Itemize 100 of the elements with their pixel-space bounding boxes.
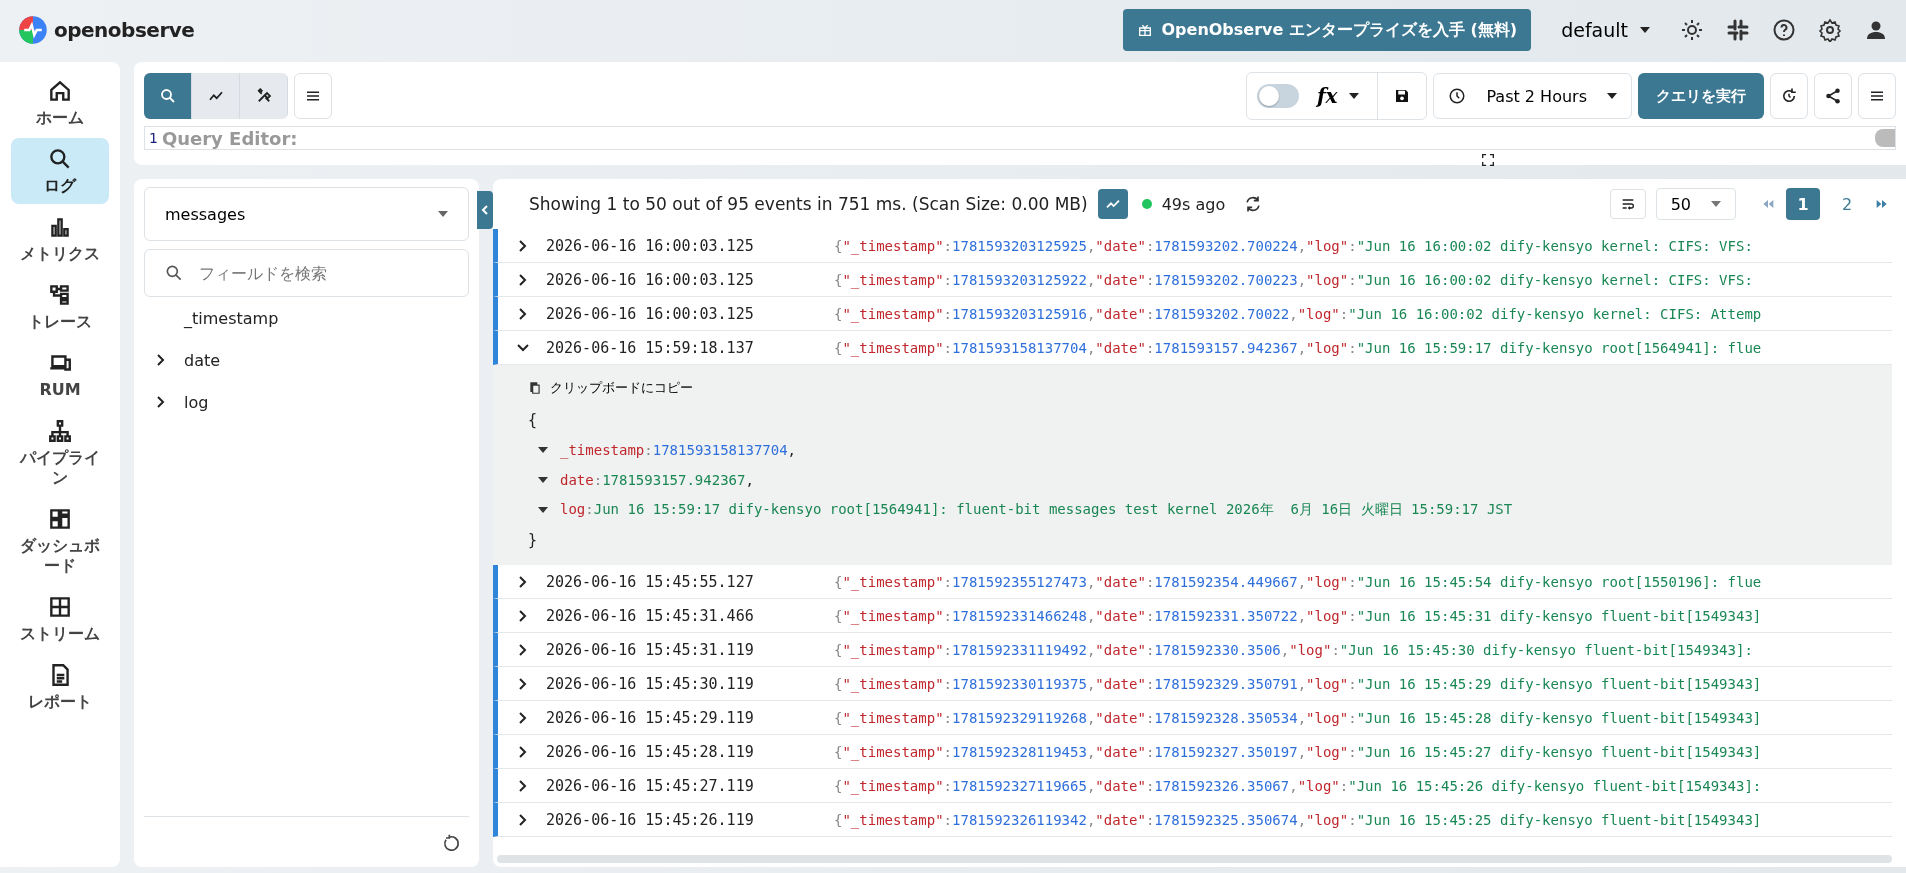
caret-icon bbox=[1349, 93, 1360, 99]
nav-item[interactable]: トレース bbox=[11, 274, 109, 340]
json-value: 1781593158137704 bbox=[652, 442, 788, 458]
line-number: 1 bbox=[148, 130, 159, 146]
log-json-cell: {"_timestamp":1781592331119492,"date":1781592330.3506,"log":"Jun 16 15:45:30 dify-kensyo fluent-bit[1549343]: bbox=[834, 641, 1753, 658]
nav-icon bbox=[47, 418, 73, 444]
chevron-right-icon[interactable] bbox=[156, 395, 166, 409]
nav-icon bbox=[47, 594, 73, 620]
search-icon bbox=[164, 263, 184, 283]
caret-icon[interactable] bbox=[538, 447, 548, 453]
caret-icon bbox=[1711, 201, 1721, 207]
timestamp-cell-text: 2026-06-16 15:45:31.119 bbox=[546, 640, 755, 659]
log-row[interactable]: 2026-06-16 16:00:03.125 {"_timestamp":1781593203125925,"date":1781593202.700224,"log":"Jun 16 16:00:02 dify-kensyo kernel: CIFS: VFS: bbox=[493, 229, 1892, 263]
sql-toggle[interactable] bbox=[1256, 84, 1299, 108]
nav-item[interactable]: レポート bbox=[11, 654, 109, 720]
timestamp-cell-text: 2026-06-16 15:45:31.466 bbox=[546, 606, 755, 625]
collapse-sidebar-button[interactable] bbox=[477, 191, 493, 229]
log-row[interactable]: 2026-06-16 15:45:29.119 {"_timestamp":1781592329119268,"date":1781592328.350534,"log":"Jun 16 15:45:28 dify-kensyo fluent-bit[1549343] bbox=[493, 701, 1892, 735]
histogram-toggle[interactable] bbox=[1097, 189, 1128, 219]
field-search-input[interactable]: フィールドを検索 bbox=[144, 249, 469, 297]
query-editor[interactable]: 1 Query Editor: bbox=[144, 126, 1896, 150]
field-name[interactable]: date bbox=[184, 350, 221, 370]
nav-item[interactable]: ホーム bbox=[11, 70, 109, 136]
nav-item[interactable]: ログ bbox=[11, 138, 109, 204]
page-button[interactable]: 2 bbox=[1830, 188, 1864, 220]
reset-icon[interactable] bbox=[441, 833, 461, 853]
wrap-button[interactable] bbox=[1609, 189, 1646, 219]
logo-text: openobserve bbox=[54, 18, 195, 42]
status-dot bbox=[1141, 199, 1152, 209]
help-icon[interactable] bbox=[1772, 18, 1796, 42]
json-brace: { bbox=[528, 410, 538, 431]
timestamp-cell-text: 2026-06-16 16:00:03.125 bbox=[546, 270, 755, 289]
share-button[interactable] bbox=[1814, 73, 1852, 119]
nav-icon bbox=[47, 78, 73, 104]
log-row[interactable]: 2026-06-16 15:45:55.127 {"_timestamp":1781592355127473,"date":1781592354.449667,"log":"Jun 16 15:45:54 dify-kensyo root[1550196]: flue bbox=[493, 565, 1892, 599]
chevron-left-icon bbox=[480, 203, 490, 217]
log-row[interactable]: 2026-06-16 16:00:03.125 {"_timestamp":1781593203125916,"date":1781593202.70022,"log":"Jun 16 16:00:02 dify-kensyo kernel: CIFS: Attemp bbox=[493, 297, 1892, 331]
org-dropdown[interactable]: default bbox=[1553, 19, 1658, 41]
auto-refresh-button[interactable] bbox=[1770, 73, 1808, 119]
horizontal-scrollbar[interactable] bbox=[497, 855, 1892, 863]
results-summary: Showing 1 to 50 out of 95 events in 751 ms. (Scan Size: 0.00 MB) bbox=[529, 194, 1088, 214]
page-button[interactable]: 1 bbox=[1786, 188, 1820, 220]
mode-tab[interactable] bbox=[144, 73, 192, 119]
log-row[interactable]: 2026-06-16 15:45:30.119 {"_timestamp":1781592330119375,"date":1781592329.350791,"log":"Jun 16 15:45:29 dify-kensyo fluent-bit[1549343] bbox=[493, 667, 1892, 701]
function-button[interactable]: fx bbox=[1298, 73, 1379, 119]
log-row[interactable]: 2026-06-16 16:00:03.125 {"_timestamp":1781593203125922,"date":1781593202.700223,"log":"Jun 16 16:00:02 dify-kensyo kernel: CIFS: VFS: bbox=[493, 263, 1892, 297]
log-json-cell: {"_timestamp":1781592329119268,"date":1781592328.350534,"log":"Jun 16 15:45:28 dify-kensyo fluent-bit[1549343] bbox=[834, 709, 1762, 726]
log-json-cell: {"_timestamp":1781592330119375,"date":1781592329.350791,"log":"Jun 16 15:45:29 dify-kensyo fluent-bit[1549343] bbox=[834, 675, 1762, 692]
timestamp-cell-text: 2026-06-16 15:45:28.119 bbox=[546, 742, 755, 761]
timestamp-cell-text: 2026-06-16 16:00:03.125 bbox=[546, 236, 755, 255]
caret-icon[interactable] bbox=[538, 477, 548, 483]
nav-item[interactable]: ストリーム bbox=[11, 586, 109, 652]
timestamp-cell-text: 2026-06-16 15:45:27.119 bbox=[546, 776, 755, 795]
scrollbar-thumb[interactable] bbox=[1875, 129, 1895, 147]
time-range-picker[interactable]: Past 2 Hours bbox=[1433, 73, 1632, 119]
log-row[interactable]: 2026-06-16 15:45:27.119 {"_timestamp":1781592327119665,"date":1781592326.35067,"log":"Jun 16 15:45:26 dify-kensyo fluent-bit[1549343]: bbox=[493, 769, 1892, 803]
json-field: date:1781593157.942367, bbox=[560, 472, 754, 488]
sun-icon[interactable] bbox=[1680, 18, 1704, 42]
field-name[interactable]: _timestamp bbox=[184, 308, 279, 328]
field-name[interactable]: log bbox=[184, 392, 209, 412]
enterprise-button[interactable]: OpenObserve エンタープライズを入手 (無料) bbox=[1123, 9, 1532, 51]
json-value: Jun 16 15:59:17 dify-kensyo root[1564941]: fluent-bit messages test kernel 2026年 6月 16日 火曜日 15:59:17 JST bbox=[593, 501, 1513, 517]
timestamp-cell-text: 2026-06-16 15:59:18.137 bbox=[546, 338, 755, 357]
log-json-cell: {"_timestamp":1781593158137704,"date":1781593157.942367,"log":"Jun 16 15:59:17 dify-kensyo root[1564941]: flue bbox=[834, 339, 1762, 356]
editor-placeholder: Query Editor: bbox=[161, 127, 298, 149]
copy-to-clipboard-button[interactable]: クリップボードにコピー bbox=[528, 371, 693, 405]
nav-icon bbox=[47, 506, 73, 532]
nav-item[interactable]: メトリクス bbox=[11, 206, 109, 272]
caret-icon bbox=[438, 211, 448, 217]
log-json-cell: {"_timestamp":1781592331466248,"date":1781592331.350722,"log":"Jun 16 15:45:31 dify-kensyo fluent-bit[1549343] bbox=[834, 607, 1762, 624]
share-icon bbox=[1824, 87, 1842, 105]
chevron-right-icon[interactable] bbox=[156, 353, 166, 367]
log-row[interactable]: 2026-06-16 15:45:31.119 {"_timestamp":1781592331119492,"date":1781592330.3506,"log":"Jun 16 15:45:30 dify-kensyo fluent-bit[1549343]: bbox=[493, 633, 1892, 667]
settings-icon[interactable] bbox=[1818, 18, 1842, 42]
caret-icon bbox=[1607, 93, 1617, 99]
nav-item[interactable]: RUM bbox=[11, 342, 109, 408]
more-menu-button[interactable] bbox=[1858, 73, 1896, 119]
log-json-cell: {"_timestamp":1781592355127473,"date":1781592354.449667,"log":"Jun 16 15:45:54 dify-kensyo root[1550196]: flue bbox=[834, 573, 1762, 590]
stream-select[interactable]: messages bbox=[144, 187, 469, 241]
json-field: log:Jun 16 15:59:17 dify-kensyo root[1564941]: fluent-bit messages test kernel 2026年 6月 16日 火曜日 15:59:17 JST bbox=[560, 501, 1513, 519]
log-json-cell: {"_timestamp":1781593203125916,"date":1781593202.70022,"log":"Jun 16 16:00:02 dify-kensyo kernel: CIFS: Attemp bbox=[834, 305, 1762, 322]
logo-icon bbox=[18, 15, 48, 45]
log-json-cell: {"_timestamp":1781593203125922,"date":1781593202.700223,"log":"Jun 16 16:00:02 dify-kensyo kernel: CIFS: VFS: bbox=[834, 271, 1753, 288]
nav-item[interactable]: パイプライン bbox=[11, 410, 109, 496]
json-value: 1781593157.942367 bbox=[602, 472, 746, 488]
mode-icon bbox=[158, 87, 177, 105]
log-json-cell: {"_timestamp":1781593203125925,"date":1781593202.700224,"log":"Jun 16 16:00:02 dify-kensyo kernel: CIFS: VFS: bbox=[834, 237, 1753, 254]
menu-button[interactable] bbox=[294, 73, 332, 119]
timestamp-cell-text: 2026-06-16 15:45:26.119 bbox=[546, 810, 755, 829]
run-query-button[interactable]: クエリを実行 bbox=[1638, 73, 1764, 119]
timestamp-cell-text: 2026-06-16 15:45:29.119 bbox=[546, 708, 755, 727]
caret-icon[interactable] bbox=[538, 507, 548, 513]
log-row[interactable]: 2026-06-16 15:45:31.466 {"_timestamp":1781592331466248,"date":1781592331.350722,"log":"Jun 16 15:45:31 dify-kensyo fluent-bit[1549343] bbox=[493, 599, 1892, 633]
log-row[interactable]: 2026-06-16 15:45:28.119 {"_timestamp":1781592328119453,"date":1781592327.350197,"log":"Jun 16 15:45:27 dify-kensyo fluent-bit[1549343] bbox=[493, 735, 1892, 769]
fullscreen-icon[interactable] bbox=[1480, 152, 1496, 168]
json-brace: } bbox=[528, 530, 538, 551]
nav-item[interactable]: ダッシュボード bbox=[11, 498, 109, 584]
page-size-select[interactable]: 50 bbox=[1655, 188, 1736, 220]
log-row[interactable]: 2026-06-16 15:45:26.119 {"_timestamp":1781592326119342,"date":1781592325.350674,"log":"Jun 16 15:45:25 dify-kensyo fluent-bit[1549343] bbox=[493, 803, 1892, 837]
log-json-cell: {"_timestamp":1781592326119342,"date":1781592325.350674,"log":"Jun 16 15:45:25 dify-kensyo fluent-bit[1549343] bbox=[834, 811, 1762, 828]
